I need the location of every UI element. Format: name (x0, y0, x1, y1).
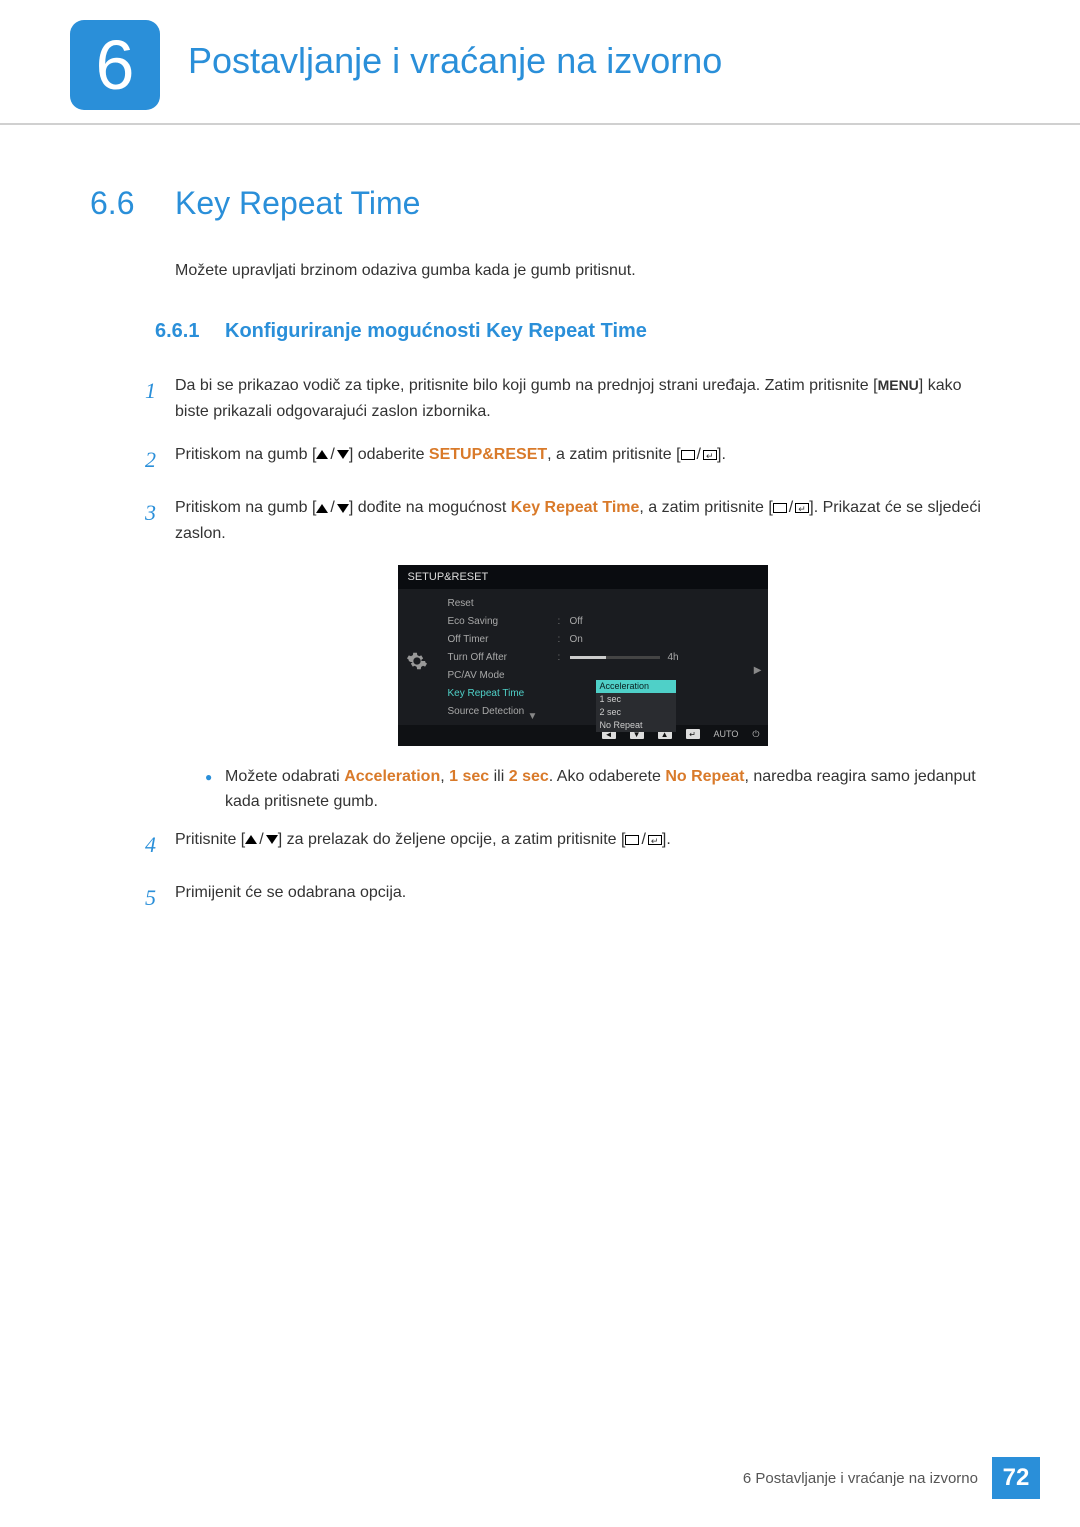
osd-row-value: Off (570, 616, 583, 627)
step-5: 5 Primijenit će se odabrana opcija. (175, 880, 990, 915)
osd-row-value: On (570, 634, 583, 645)
step-2: 2 Pritiskom na gumb [ / ] odaberite SETU… (175, 442, 990, 477)
nav-right-icon: ▶ (754, 665, 762, 676)
osd-dropdown-item: Acceleration (596, 680, 676, 693)
source-enter-icon: / (625, 827, 661, 853)
step-4: 4 Pritisnite [ / ] za prelazak do željen… (175, 827, 990, 862)
subsection-header: 6.6.1 Konfiguriranje mogućnosti Key Repe… (155, 320, 990, 343)
menu-button-label: MENU (878, 377, 919, 393)
step-text: , a zatim pritisnite (547, 446, 676, 463)
gear-icon (406, 650, 428, 672)
subsection-title: Konfiguriranje mogućnosti Key Repeat Tim… (225, 320, 647, 343)
step-text: Primijenit će se odabrana opcija. (175, 880, 990, 915)
osd-row: Turn Off After: 4h (442, 649, 760, 667)
osd-power-icon: ⏻ (752, 729, 759, 740)
osd-slider (570, 656, 660, 659)
step-number: 5 (145, 880, 175, 915)
page-footer: 6 Postavljanje i vraćanje na izvorno 72 (743, 1457, 1040, 1499)
step-text: odaberite (353, 446, 429, 463)
osd-row-label: Key Repeat Time (448, 688, 558, 699)
updown-icon: / (316, 442, 348, 468)
step-text: . (666, 831, 670, 848)
step-1: 1 Da bi se prikazao vodič za tipke, prit… (175, 373, 990, 424)
osd-title: SETUP&RESET (398, 565, 768, 589)
step-3: 3 Pritiskom na gumb [ / ] dođite na mogu… (175, 495, 990, 546)
comma: , (440, 768, 449, 785)
subsection-number: 6.6.1 (155, 320, 225, 343)
osd-row-label: Eco Saving (448, 616, 558, 627)
osd-dropdown-item: 1 sec (596, 693, 676, 706)
note-text: . Ako odaberete (549, 768, 666, 785)
osd-row-label: PC/AV Mode (448, 670, 558, 681)
osd-row: Off Timer:On (442, 631, 760, 649)
note-text: ili (489, 768, 509, 785)
step-number: 2 (145, 442, 175, 477)
osd-dropdown: Acceleration1 sec2 secNo Repeat (596, 680, 676, 732)
section-title: Key Repeat Time (175, 185, 420, 222)
step-text: dođite na mogućnost (353, 499, 510, 516)
step-text: , a zatim pritisnite (639, 499, 768, 516)
step-number: 3 (145, 495, 175, 546)
highlight-key-repeat: Key Repeat Time (511, 499, 640, 516)
highlight-norepeat: No Repeat (665, 768, 744, 785)
source-enter-icon: / (773, 495, 809, 521)
updown-icon: / (245, 827, 277, 853)
step-text: Pritisnite (175, 831, 241, 848)
osd-enter-icon: ↵ (686, 729, 700, 739)
section-number: 6.6 (90, 185, 175, 222)
highlight-1sec: 1 sec (449, 768, 489, 785)
step-number: 1 (145, 373, 175, 424)
source-enter-icon: / (681, 442, 717, 468)
note-bullet: ● Možete odabrati Acceleration, 1 sec il… (205, 764, 990, 815)
page-number-badge: 72 (992, 1457, 1040, 1499)
osd-row-label: Turn Off After (448, 652, 558, 663)
step-text: Da bi se prikazao vodič za tipke, pritis… (175, 377, 873, 394)
highlight-2sec: 2 sec (509, 768, 549, 785)
osd-separator: : (558, 634, 570, 645)
highlight-setup-reset: SETUP&RESET (429, 446, 547, 463)
osd-dropdown-item: No Repeat (596, 719, 676, 732)
step-text: Pritiskom na gumb (175, 499, 312, 516)
section-intro: Možete upravljati brzinom odaziva gumba … (175, 262, 990, 280)
osd-auto-label: AUTO (714, 729, 739, 739)
osd-separator: : (558, 652, 570, 663)
osd-row: Eco Saving:Off (442, 613, 760, 631)
footer-text: 6 Postavljanje i vraćanje na izvorno (743, 1470, 978, 1487)
osd-row-label: Reset (448, 598, 558, 609)
section-header: 6.6 Key Repeat Time (90, 185, 990, 222)
nav-down-icon: ▼ (528, 711, 538, 722)
osd-separator: : (558, 616, 570, 627)
bullet-icon: ● (205, 764, 225, 815)
chapter-number-badge: 6 (70, 20, 160, 110)
osd-footer: ◄ ▼ ▲ ↵ AUTO ⏻ (398, 725, 768, 746)
page-header: 6 Postavljanje i vraćanje na izvorno (0, 0, 1080, 125)
note-text: Možete odabrati (225, 768, 344, 785)
content-area: 6.6 Key Repeat Time Možete upravljati br… (0, 125, 1080, 915)
step-number: 4 (145, 827, 175, 862)
osd-row-label: Off Timer (448, 634, 558, 645)
step-text: za prelazak do željene opcije, a zatim p… (282, 831, 621, 848)
chapter-title: Postavljanje i vraćanje na izvorno (188, 20, 722, 82)
osd-screenshot: SETUP&RESET ResetEco Saving:OffOff Timer… (398, 565, 768, 746)
step-text: . (721, 446, 725, 463)
step-text: Pritiskom na gumb (175, 446, 312, 463)
osd-dropdown-item: 2 sec (596, 706, 676, 719)
highlight-acceleration: Acceleration (344, 768, 440, 785)
osd-row: Reset (442, 595, 760, 613)
updown-icon: / (316, 495, 348, 521)
osd-row-label: Source Detection (448, 706, 558, 717)
osd-row-value: 4h (668, 652, 679, 663)
